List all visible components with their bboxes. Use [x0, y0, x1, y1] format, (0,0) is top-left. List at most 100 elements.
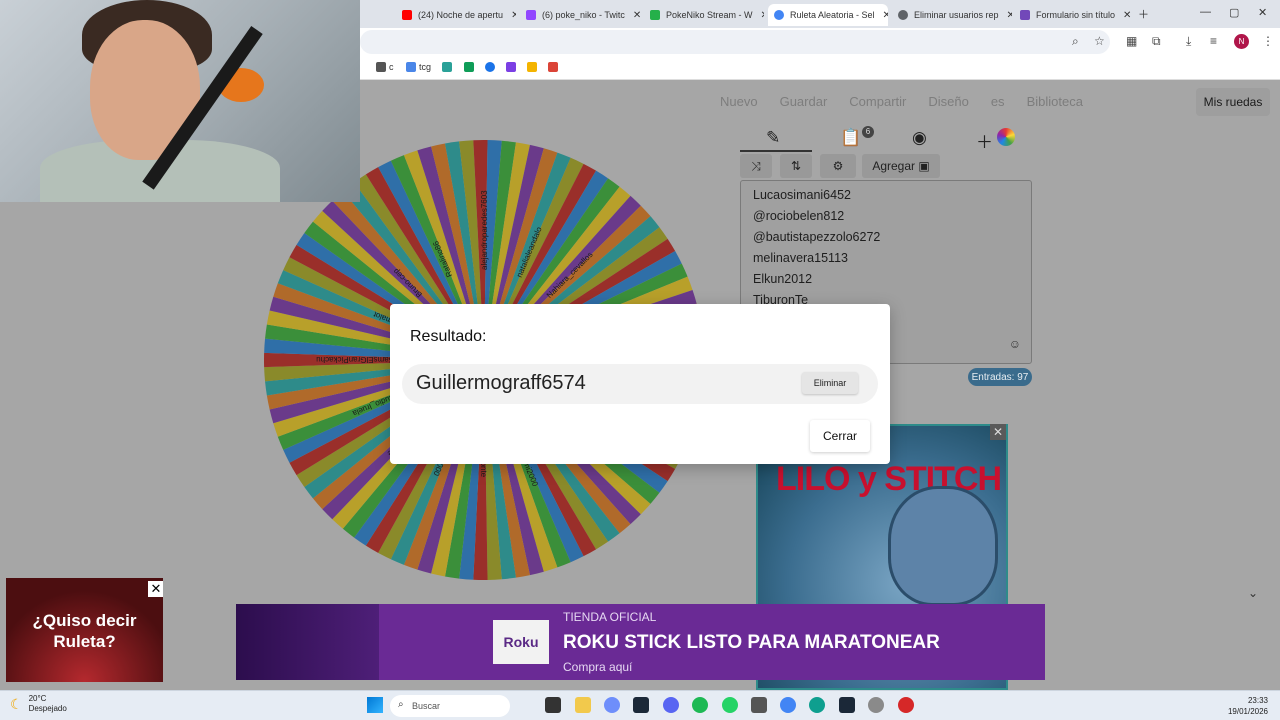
- diseno-button[interactable]: Diseño: [928, 94, 968, 109]
- clock-date: 19/01/2026: [1227, 707, 1268, 716]
- bookmark-sheets[interactable]: [464, 62, 474, 72]
- sort-button[interactable]: ⇅: [780, 154, 812, 178]
- system-clock[interactable]: 23:33 19/01/2026: [1222, 695, 1268, 717]
- color-wheel-icon[interactable]: [997, 128, 1015, 146]
- entries-count-badge: Entradas: 97: [968, 368, 1032, 386]
- maximize-button[interactable]: ▢: [1229, 6, 1239, 19]
- temperature: 20°C: [28, 694, 47, 703]
- bookmark-star-icon[interactable]: ☆: [1094, 34, 1105, 48]
- wheel-header: Nuevo Guardar Compartir Diseño es Biblio…: [720, 94, 1083, 109]
- settings-icon[interactable]: [868, 697, 884, 713]
- minimize-button[interactable]: —: [1200, 6, 1211, 18]
- pencil-icon[interactable]: ✎: [766, 128, 780, 148]
- tab-twitch[interactable]: (6) poke_niko - Twitc ✕: [520, 4, 640, 26]
- result-box: Guillermograff6574 Eliminar: [402, 364, 878, 404]
- biblioteca-button[interactable]: Biblioteca: [1027, 94, 1083, 109]
- entry-line: Lucaosimani6452: [753, 188, 851, 202]
- bookmark-tcg[interactable]: tcg: [406, 62, 431, 72]
- add-wheel-icon[interactable]: ＋: [976, 128, 993, 153]
- guardar-button[interactable]: Guardar: [780, 94, 828, 109]
- modal-title: Resultado:: [410, 328, 487, 345]
- pokeball-icon[interactable]: [898, 697, 914, 713]
- tab-ruleta[interactable]: Ruleta Aleatoria - Sel ✕: [768, 4, 888, 26]
- steam-2-icon[interactable]: [839, 697, 855, 713]
- bookmark-4[interactable]: [485, 62, 495, 72]
- emoji-icon[interactable]: ☺: [1009, 337, 1021, 351]
- tab-pokeniko[interactable]: PokeNiko Stream - W ✕: [644, 4, 764, 26]
- settings-gear-button[interactable]: ⚙: [820, 154, 856, 178]
- promo-close-button[interactable]: ✕: [148, 581, 163, 597]
- steam-icon[interactable]: [633, 697, 649, 713]
- eye-off-icon[interactable]: ◉: [912, 128, 927, 148]
- bookmark-2[interactable]: [442, 62, 452, 72]
- file-explorer-icon[interactable]: [575, 697, 591, 713]
- eliminar-button[interactable]: Eliminar: [802, 372, 858, 394]
- bookmark-c[interactable]: c: [376, 62, 394, 72]
- bookmark-5[interactable]: [506, 62, 516, 72]
- shuffle-button[interactable]: ⤨: [740, 154, 772, 178]
- banner-cta[interactable]: Compra aquí: [563, 660, 632, 674]
- search-icon: ⌕: [398, 699, 404, 710]
- edge-icon[interactable]: [809, 697, 825, 713]
- task-view-icon[interactable]: [545, 697, 561, 713]
- ad-close-button[interactable]: ✕: [990, 424, 1006, 440]
- copilot-icon[interactable]: [604, 697, 620, 713]
- tab-youtube[interactable]: (24) Noche de apertu ✕: [396, 4, 516, 26]
- language-selector[interactable]: es: [991, 94, 1005, 109]
- whatsapp-icon[interactable]: [722, 697, 738, 713]
- clock-time: 23:33: [1247, 696, 1268, 705]
- chrome-icon: [774, 10, 784, 20]
- menu-icon[interactable]: ⋮: [1262, 34, 1274, 48]
- nuevo-button[interactable]: Nuevo: [720, 94, 758, 109]
- zoom-icon[interactable]: ⌕: [1072, 34, 1079, 49]
- ruleta-promo[interactable]: ¿Quiso decir Ruleta? ✕: [6, 578, 163, 682]
- forms-icon: [1020, 10, 1030, 20]
- bookmark-7[interactable]: [548, 62, 558, 72]
- weather-condition: Despejado: [28, 704, 67, 713]
- extension-icon[interactable]: ▦: [1126, 34, 1137, 48]
- cerrar-button[interactable]: Cerrar: [810, 420, 870, 452]
- clipboard-icon[interactable]: 📋: [840, 128, 861, 148]
- chrome-taskbar-icon[interactable]: [780, 697, 796, 713]
- close-icon[interactable]: ✕: [875, 10, 888, 21]
- close-icon[interactable]: ✕: [999, 10, 1012, 21]
- spotify-icon[interactable]: [692, 697, 708, 713]
- windows-start-icon[interactable]: [367, 697, 383, 713]
- calculator-icon[interactable]: [751, 697, 767, 713]
- bookmark-6[interactable]: [527, 62, 537, 72]
- compartir-button[interactable]: Compartir: [849, 94, 906, 109]
- discord-icon[interactable]: [663, 697, 679, 713]
- reading-list-icon[interactable]: ≡: [1210, 34, 1217, 48]
- close-icon[interactable]: ✕: [1115, 10, 1131, 21]
- youtube-icon: [402, 10, 412, 20]
- new-tab-button[interactable]: ＋: [1138, 6, 1149, 22]
- mis-ruedas-button[interactable]: Mis ruedas: [1196, 88, 1270, 116]
- tab-eliminar[interactable]: Eliminar usuarios rep ✕: [892, 4, 1012, 26]
- roku-banner-ad[interactable]: Roku TIENDA OFICIAL ROKU STICK LISTO PAR…: [236, 604, 1045, 680]
- entry-line: @rociobelen812: [753, 209, 845, 223]
- close-window-button[interactable]: ✕: [1258, 6, 1267, 19]
- roku-product-image: [236, 604, 379, 680]
- stitch-character: [888, 486, 998, 606]
- download-icon[interactable]: ⤓: [1186, 34, 1191, 49]
- tab-forms[interactable]: Formulario sin título ✕: [1014, 4, 1134, 26]
- hidden-badge: 6: [862, 126, 874, 138]
- weather-widget[interactable]: ☾ 20°C Despejado: [10, 694, 67, 714]
- close-icon[interactable]: ✕: [503, 10, 516, 21]
- close-icon[interactable]: ✕: [625, 10, 640, 21]
- close-icon[interactable]: ✕: [753, 10, 764, 21]
- agregar-image-button[interactable]: Agregar ▣: [862, 154, 940, 178]
- address-bar[interactable]: [360, 30, 1110, 54]
- moon-icon: ☾: [10, 695, 23, 712]
- profile-avatar[interactable]: N: [1234, 34, 1249, 49]
- tab-title: Eliminar usuarios rep: [914, 10, 999, 20]
- banner-headline: ROKU STICK LISTO PARA MARATONEAR: [563, 632, 940, 653]
- result-modal: Resultado: Guillermograff6574 Eliminar C…: [390, 304, 890, 464]
- banner-kicker: TIENDA OFICIAL: [563, 610, 657, 624]
- entry-line: @bautistapezzolo6272: [753, 230, 881, 244]
- roku-logo: Roku: [493, 620, 549, 664]
- puzzle-icon[interactable]: ⧉: [1152, 34, 1161, 49]
- wheel-slice-label: alejandroparedes7603: [480, 190, 489, 270]
- chevron-down-icon[interactable]: ⌄: [1248, 586, 1258, 600]
- taskbar-search[interactable]: ⌕ Buscar: [390, 695, 510, 717]
